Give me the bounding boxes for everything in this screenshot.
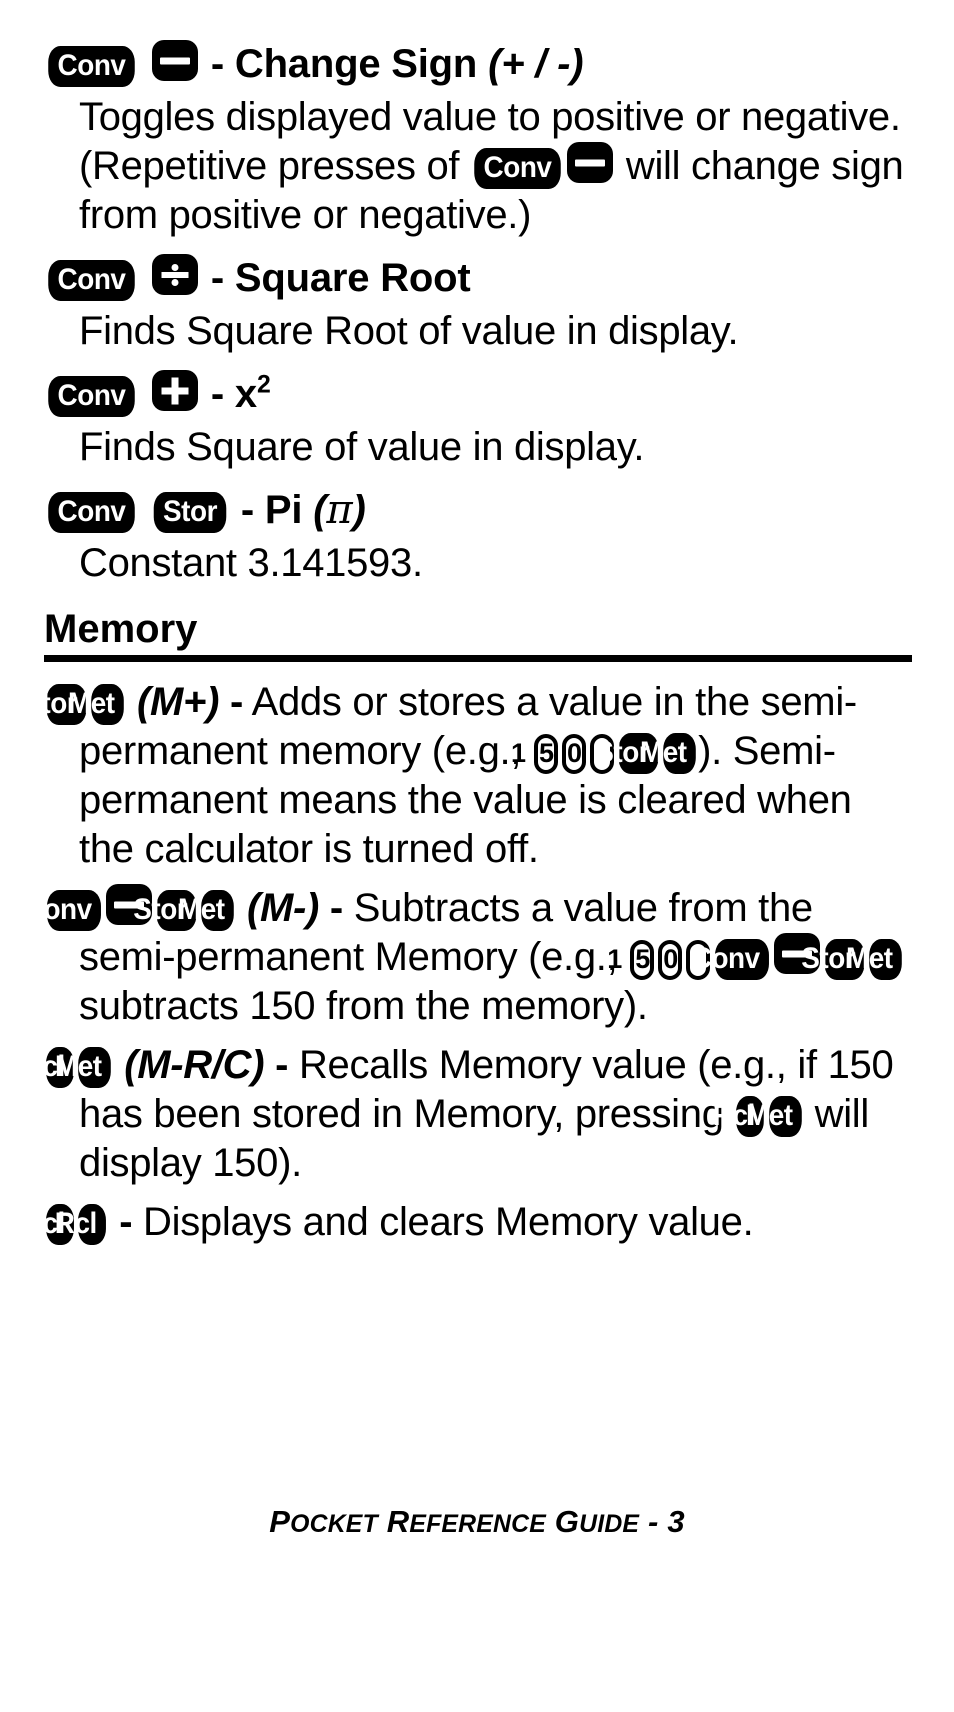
entry-pi-alt-open: (: [313, 488, 327, 532]
key-rcl[interactable]: Rcl: [55, 1204, 107, 1245]
entry-x-squared-exponent: 2: [256, 371, 271, 399]
entry-m-minus-code: (M-): [247, 886, 320, 930]
section-divider: [44, 655, 912, 662]
entry-m-plus-text: StorMet (M+) - Adds or stores a value in…: [23, 678, 912, 874]
key-minus[interactable]: [151, 40, 198, 81]
key-minus-inline[interactable]: [567, 142, 614, 183]
entry-pi-heading: Conv Stor - Pi (π): [44, 482, 912, 539]
key-met[interactable]: Met: [68, 684, 124, 725]
entry-separator-dash: -: [210, 372, 224, 416]
pi-symbol-icon: π: [326, 487, 353, 533]
footer-guide-cap: G: [554, 1504, 580, 1539]
key-conv[interactable]: Conv: [48, 46, 135, 87]
key-conv[interactable]: Conv: [48, 492, 135, 533]
entry-change-sign: Conv - Change Sign (+ / -) Toggles displ…: [44, 36, 912, 240]
entry-change-sign-body: Toggles displayed value to positive or n…: [44, 93, 912, 240]
entry-x-squared-heading: Conv - x2: [44, 366, 912, 423]
key-conv[interactable]: Conv: [24, 890, 101, 931]
key-met[interactable]: Met: [178, 890, 234, 931]
entry-m-rc-code: (M-R/C): [124, 1043, 265, 1087]
key-divide[interactable]: [151, 254, 198, 295]
entry-m-minus-text-b: subtracts 150 from the memory).: [79, 984, 648, 1028]
entry-square-root-title: Square Root: [234, 256, 471, 300]
footer-reference-rest: EFERENCE: [409, 1511, 546, 1538]
entry-separator-dash: -: [275, 1043, 289, 1087]
key-met[interactable]: Met: [640, 733, 696, 774]
entry-square-root-body: Finds Square Root of value in display.: [79, 309, 739, 353]
key-conv[interactable]: Conv: [48, 260, 135, 301]
section-heading-memory: Memory: [44, 607, 198, 651]
entry-m-rc-text: RclMet (M-R/C) - Recalls Memory value (e…: [23, 1041, 912, 1188]
footer-page-number: - 3: [639, 1504, 685, 1539]
entry-separator-dash: -: [210, 42, 224, 86]
divide-dot-top-icon: [171, 264, 179, 271]
entry-rcl-rcl: RclRcl - Displays and clears Memory valu…: [23, 1198, 912, 1247]
entry-m-plus-code: (M+): [137, 680, 220, 724]
entry-separator-dash: -: [119, 1200, 133, 1244]
entry-rcl-rcl-text-a: Displays and clears Memory value.: [132, 1200, 754, 1244]
entry-pi-title: Pi: [264, 488, 303, 532]
footer-pocket-rest: OCKET: [290, 1511, 378, 1538]
footer-pocket-cap: P: [269, 1504, 291, 1539]
entry-separator-dash: -: [240, 488, 254, 532]
entry-x-squared: Conv - x2 Finds Square of value in displ…: [44, 366, 912, 472]
entry-x-squared-title: x: [234, 372, 257, 416]
minus-glyph-icon: [159, 57, 190, 64]
entry-x-squared-body: Finds Square of value in display.: [79, 425, 645, 469]
entry-m-rc: RclMet (M-R/C) - Recalls Memory value (e…: [23, 1041, 912, 1188]
key-met[interactable]: Met: [846, 939, 903, 980]
entry-m-minus-text: Conv StorMet (M-) - Subtracts a value fro…: [24, 884, 912, 1031]
key-plus[interactable]: [151, 370, 198, 411]
key-conv-inline[interactable]: Conv: [474, 148, 561, 189]
plus-glyph-vertical-icon: [171, 377, 179, 404]
entry-separator-dash: -: [229, 680, 243, 724]
reference-guide-page: Conv - Change Sign (+ / -) Toggles displ…: [0, 0, 954, 1712]
entry-separator-dash: -: [210, 256, 224, 300]
entry-square-root-heading: Conv - Square Root: [44, 250, 912, 307]
divide-dot-bottom-icon: [171, 279, 179, 286]
footer-reference-cap: R: [386, 1504, 410, 1539]
key-met[interactable]: Met: [746, 1096, 802, 1137]
key-conv[interactable]: Conv: [692, 939, 770, 980]
entry-pi: Conv Stor - Pi (π) Constant 3.141593.: [44, 482, 912, 588]
minus-glyph-icon: [575, 159, 606, 166]
entry-pi-alt-close: ): [352, 488, 366, 532]
entry-m-minus: Conv StorMet (M-) - Subtracts a value fro…: [24, 884, 912, 1031]
key-met[interactable]: Met: [55, 1047, 112, 1088]
entry-change-sign-title: Change Sign: [234, 42, 478, 86]
entry-separator-dash: -: [329, 886, 343, 930]
entry-m-plus: StorMet (M+) - Adds or stores a value in…: [23, 678, 912, 874]
key-conv[interactable]: Conv: [48, 376, 135, 417]
divide-bar-icon: [161, 271, 189, 278]
entry-square-root: Conv - Square Root Finds Square Root of …: [44, 250, 912, 356]
page-footer: POCKET REFERENCE GUIDE - 3: [0, 1504, 954, 1540]
key-stor[interactable]: Stor: [153, 492, 227, 533]
entry-change-sign-alt: (+ / -): [488, 42, 584, 86]
entry-pi-body: Constant 3.141593.: [79, 541, 423, 585]
entry-rcl-rcl-text: RclRcl - Displays and clears Memory valu…: [23, 1198, 912, 1247]
footer-guide-rest: UIDE: [579, 1511, 640, 1538]
entry-change-sign-heading: Conv - Change Sign (+ / -): [44, 36, 912, 93]
